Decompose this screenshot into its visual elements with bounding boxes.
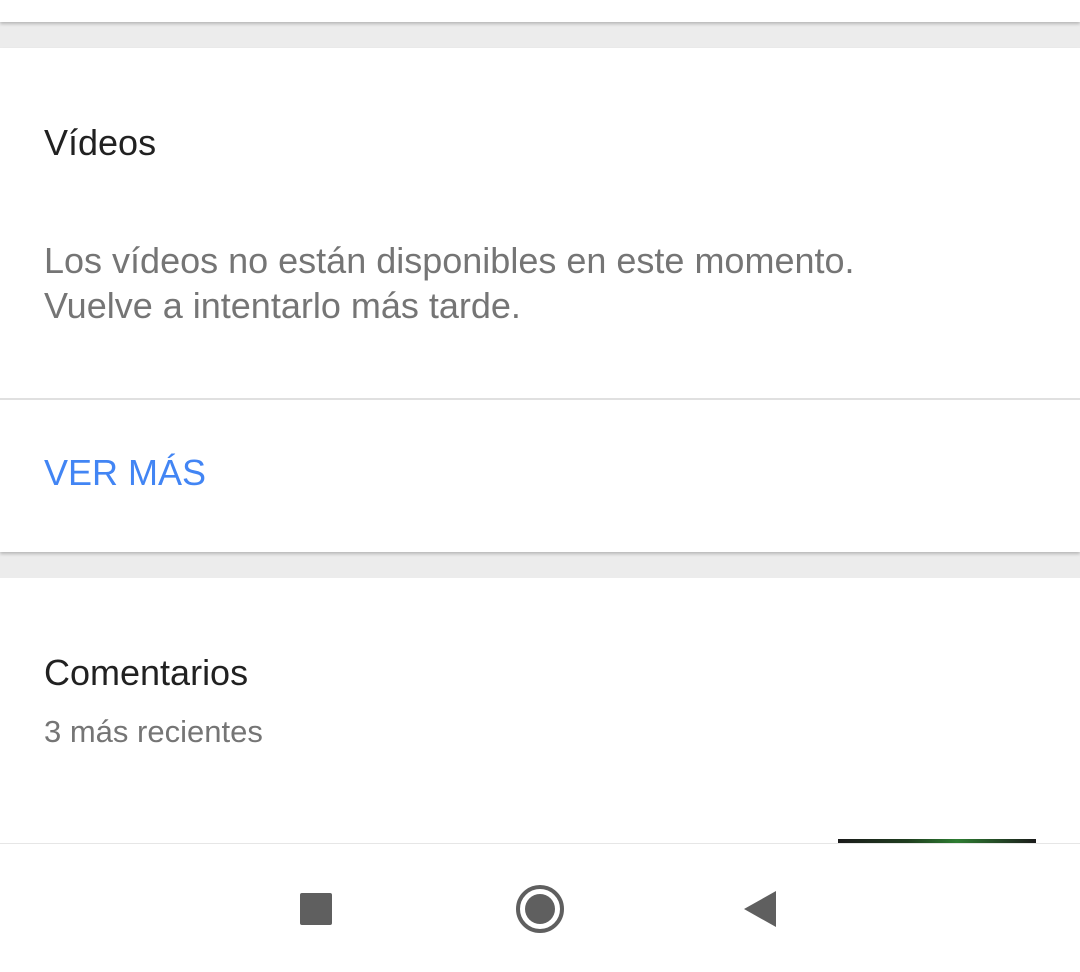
system-navigation-bar: [0, 843, 1080, 972]
comments-section: Comentarios 3 más recientes: [0, 578, 1080, 843]
home-circle-icon: [516, 884, 564, 933]
message-line-2: Vuelve a intentarlo más tarde.: [44, 285, 521, 326]
see-more-button[interactable]: VER MÁS: [44, 452, 206, 494]
square-icon: [300, 892, 332, 925]
videos-section: Vídeos Los vídeos no están disponibles e…: [0, 48, 1080, 552]
comments-subtitle: 3 más recientes: [44, 714, 263, 749]
section-divider: [0, 398, 1080, 400]
videos-unavailable-message: Los vídeos no están disponibles en este …: [44, 238, 1044, 328]
app-screen: Vídeos Los vídeos no están disponibles e…: [0, 0, 1080, 972]
back-triangle-icon: [744, 890, 776, 927]
videos-title: Vídeos: [44, 122, 157, 163]
comments-title: Comentarios: [44, 652, 249, 693]
recents-button[interactable]: [256, 844, 376, 972]
back-button[interactable]: [700, 844, 820, 972]
previous-section-card: [0, 0, 1080, 22]
message-line-1: Los vídeos no están disponibles en este …: [44, 240, 855, 281]
home-button[interactable]: [480, 844, 600, 972]
